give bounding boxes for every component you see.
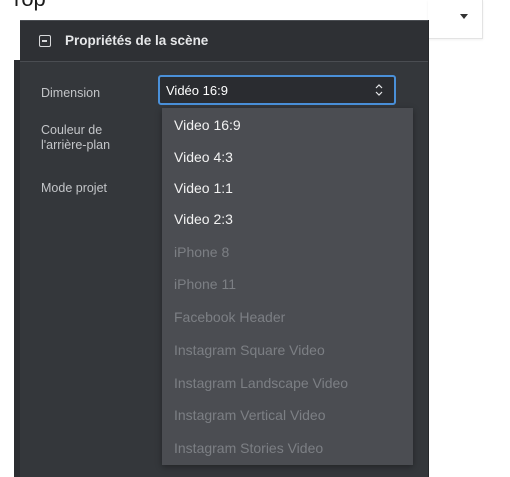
dropdown-option-instagram-square-video: Instagram Square Video — [174, 342, 325, 358]
dimension-select[interactable]: Vidéo 16:9 — [158, 75, 396, 105]
dropdown-option-instagram-landscape-video: Instagram Landscape Video — [174, 375, 349, 391]
select-arrows-icon — [375, 84, 383, 96]
panel-header[interactable]: Propriétés de la scène — [20, 20, 428, 62]
dimension-dropdown-list: Video 16:9 Video 4:3 Video 1:1 Video 2:3… — [162, 108, 413, 465]
toolbar-dropdown-card[interactable] — [428, 0, 483, 39]
collapse-icon[interactable] — [39, 35, 51, 47]
dropdown-option-video-16-9[interactable]: Video 16:9 — [174, 116, 241, 134]
dropdown-option-video-2-3[interactable]: Video 2:3 — [174, 210, 233, 228]
dropdown-option-instagram-stories-video: Instagram Stories Video — [174, 440, 324, 456]
cropped-heading-text: rop — [14, 0, 46, 12]
dropdown-option-iphone-8: iPhone 8 — [174, 244, 230, 260]
chevron-down-icon[interactable] — [460, 14, 468, 19]
dimension-label: Dimension — [41, 86, 101, 100]
background-color-label-line1: Couleur de — [41, 123, 103, 137]
dropdown-option-iphone-11: iPhone 11 — [174, 276, 237, 292]
dimension-select-value: Vidéo 16:9 — [166, 83, 228, 98]
panel-title: Propriétés de la scène — [65, 33, 209, 48]
dropdown-option-video-1-1[interactable]: Video 1:1 — [174, 179, 233, 197]
app-root: rop Propriétés de la scène Dimension Cou… — [0, 0, 510, 477]
project-mode-label: Mode projet — [41, 181, 108, 195]
dropdown-option-video-4-3[interactable]: Video 4:3 — [174, 148, 233, 166]
background-color-label-line2: l'arrière-plan — [41, 138, 111, 152]
dropdown-option-instagram-vertical-video: Instagram Vertical Video — [174, 407, 326, 423]
dropdown-option-facebook-header: Facebook Header — [174, 309, 286, 325]
